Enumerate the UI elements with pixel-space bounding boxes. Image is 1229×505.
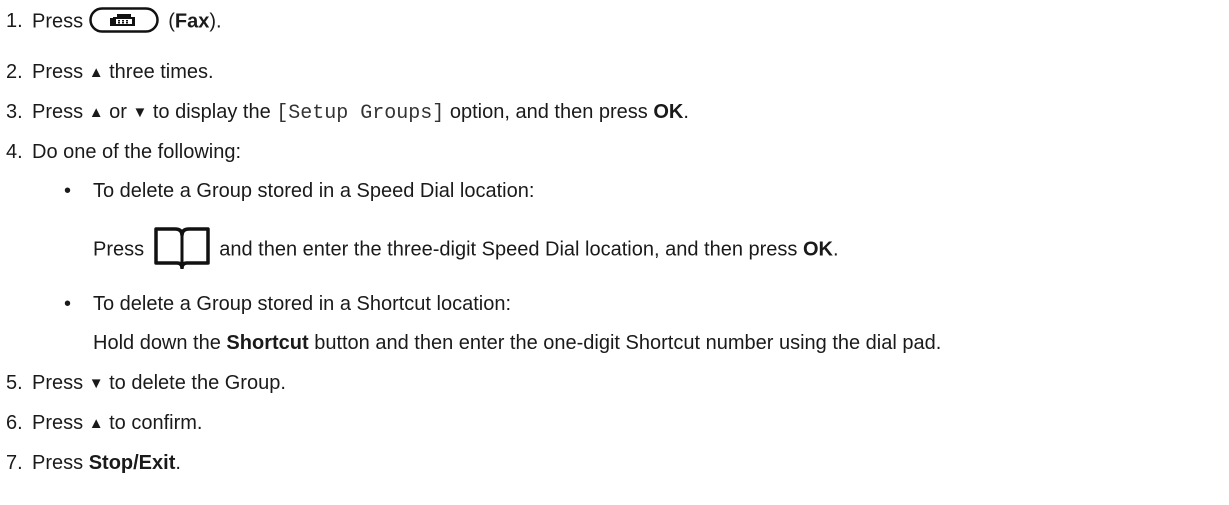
- bullet: •: [64, 293, 72, 315]
- step-number: 4.: [6, 141, 23, 163]
- step-number: 5.: [6, 372, 23, 394]
- step-4: 4. Do one of the following:: [6, 141, 242, 163]
- option-heading-shortcut: To delete a Group stored in a Shortcut l…: [93, 293, 512, 315]
- address-book-icon: [153, 227, 210, 269]
- step-2: 2. Press ▲ three times.: [6, 61, 214, 83]
- down-arrow-icon: ▼: [132, 104, 148, 121]
- option-heading-speed-dial: To delete a Group stored in a Speed Dial…: [93, 180, 535, 202]
- up-arrow-icon: ▲: [88, 415, 104, 432]
- menu-option-code: [Setup Groups]: [276, 102, 445, 125]
- up-arrow-icon: ▲: [88, 104, 104, 121]
- up-arrow-icon: ▲: [88, 64, 104, 81]
- step-3: 3. Press ▲ or ▼ to display the [Setup Gro…: [6, 101, 689, 125]
- step-5: 5. Press ▼ to delete the Group.: [6, 372, 286, 394]
- step-number: 6.: [6, 412, 23, 434]
- step-7: 7. Press Stop/Exit.: [6, 452, 181, 474]
- step-6: 6. Press ▲ to confirm.: [6, 412, 203, 434]
- stop-exit-label: Stop/Exit: [88, 452, 176, 474]
- down-arrow-icon: ▼: [88, 375, 104, 392]
- step-number: 3.: [6, 101, 23, 123]
- ok-label: OK: [802, 238, 833, 261]
- step-1: 1. Press (Fax).: [6, 7, 222, 35]
- fax-button-icon: [88, 7, 159, 33]
- step-number: 2.: [6, 61, 23, 83]
- step-number: 7.: [6, 452, 23, 474]
- bullet: •: [64, 180, 72, 202]
- ok-label: OK: [653, 101, 684, 123]
- shortcut-label: Shortcut: [226, 332, 309, 354]
- fax-label: Fax: [174, 10, 210, 33]
- option-instruction-speed-dial: Press and then enter the three-digit Spe…: [93, 227, 839, 272]
- option-instruction-shortcut: Hold down the Shortcut button and then e…: [93, 332, 942, 354]
- step-number: 1.: [6, 10, 23, 33]
